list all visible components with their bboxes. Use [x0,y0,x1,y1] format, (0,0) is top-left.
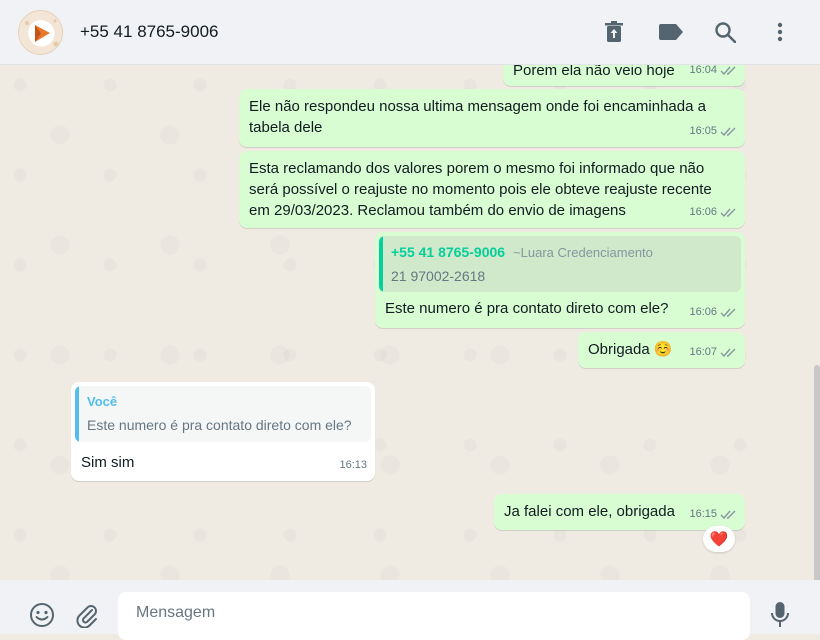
message-meta: 16:06 [689,202,737,223]
heart-reaction-icon[interactable]: ❤️ [703,526,735,552]
quote-author-line: +55 41 8765-9006 ~Luara Credenciamento [391,243,731,262]
message-meta: 16:07 [689,342,737,363]
message-time: 16:06 [689,206,717,218]
message-meta: 16:04 [689,65,737,81]
quoted-message[interactable]: Você Este numero é pra contato direto co… [75,386,371,442]
emoji-icon[interactable] [27,600,57,630]
message-meta: 16:15 [689,504,737,525]
message-bubble[interactable]: Ja falei com ele, obrigada 16:15 [494,494,745,530]
double-check-icon [720,510,736,520]
message-text: Obrigada ☺️ [588,339,673,360]
message-text: Sim sim [81,454,135,471]
chat-scrollbar[interactable] [814,365,820,580]
quote-text: Este numero é pra contato direto com ele… [87,417,352,433]
quote-text: 21 97002-2618 [391,268,486,284]
attach-icon[interactable] [72,600,102,630]
search-icon[interactable] [711,18,739,46]
message-time: 16:07 [689,346,717,358]
message-line: tabela dele [249,119,323,136]
double-check-icon [720,208,736,218]
message-bubble[interactable]: Ele não respondeu nossa ultima mensagem … [239,89,745,147]
double-check-icon [720,308,736,318]
message-line: será possível o reajuste no momento pois… [249,181,712,198]
quote-author: Você [87,394,118,409]
quote-accent-bar [379,236,383,292]
quote-author-alias: ~Luara Credenciamento [513,245,653,260]
message-text-content: Obrigada [588,341,650,358]
message-bubble[interactable]: Você Este numero é pra contato direto co… [71,382,375,481]
message-line: Ele não respondeu nossa ultima mensagem … [249,98,706,115]
message-line: Esta reclamando dos valores porem o mesm… [249,160,705,177]
message-time: 16:13 [339,459,367,471]
message-text: Ja falei com ele, obrigada [504,503,675,520]
quoted-message[interactable]: +55 41 8765-9006 ~Luara Credenciamento 21… [379,236,741,292]
avatar-logo-icon [25,19,59,47]
message-meta: 16:13 [339,455,367,476]
menu-icon[interactable] [766,18,794,46]
message-bubble[interactable]: +55 41 8765-9006 ~Luara Credenciamento 21… [375,232,745,328]
quote-author: +55 41 8765-9006 [391,244,506,260]
delete-icon[interactable] [600,18,628,46]
label-icon[interactable] [657,18,685,46]
message-text: Este numero é pra contato direto com ele… [385,300,669,317]
double-check-icon [720,348,736,358]
contact-avatar[interactable] [18,10,63,55]
message-input[interactable] [118,592,750,640]
chat-area: Porem ela não veio hoje 16:04 Ele não re… [0,65,820,580]
message-bubble[interactable]: Esta reclamando dos valores porem o mesm… [239,151,745,228]
message-meta: 16:05 [689,121,737,142]
message-time: 16:04 [689,65,717,76]
message-time: 16:05 [689,125,717,137]
message-text: Esta reclamando dos valores porem o mesm… [249,158,712,221]
message-time: 16:06 [689,306,717,318]
message-bubble[interactable]: Obrigada ☺️ 16:07 [578,332,745,368]
contact-name[interactable]: +55 41 8765-9006 [80,22,219,42]
composer-bar [0,580,820,640]
mic-icon[interactable] [765,600,795,630]
message-meta: 16:06 [689,302,737,323]
message-time: 16:15 [689,508,717,520]
message-bubble[interactable]: Porem ela não veio hoje 16:04 [503,65,745,86]
message-text: Ele não respondeu nossa ultima mensagem … [249,96,706,138]
quote-accent-bar [75,386,79,442]
double-check-icon [720,66,736,76]
message-text: Porem ela não veio hoje [513,65,675,79]
chat-header: +55 41 8765-9006 [0,0,820,65]
double-check-icon [720,127,736,137]
smiling-emoji-icon: ☺️ [653,341,673,358]
message-line: em 29/03/2023. Reclamou também do envio … [249,202,626,219]
